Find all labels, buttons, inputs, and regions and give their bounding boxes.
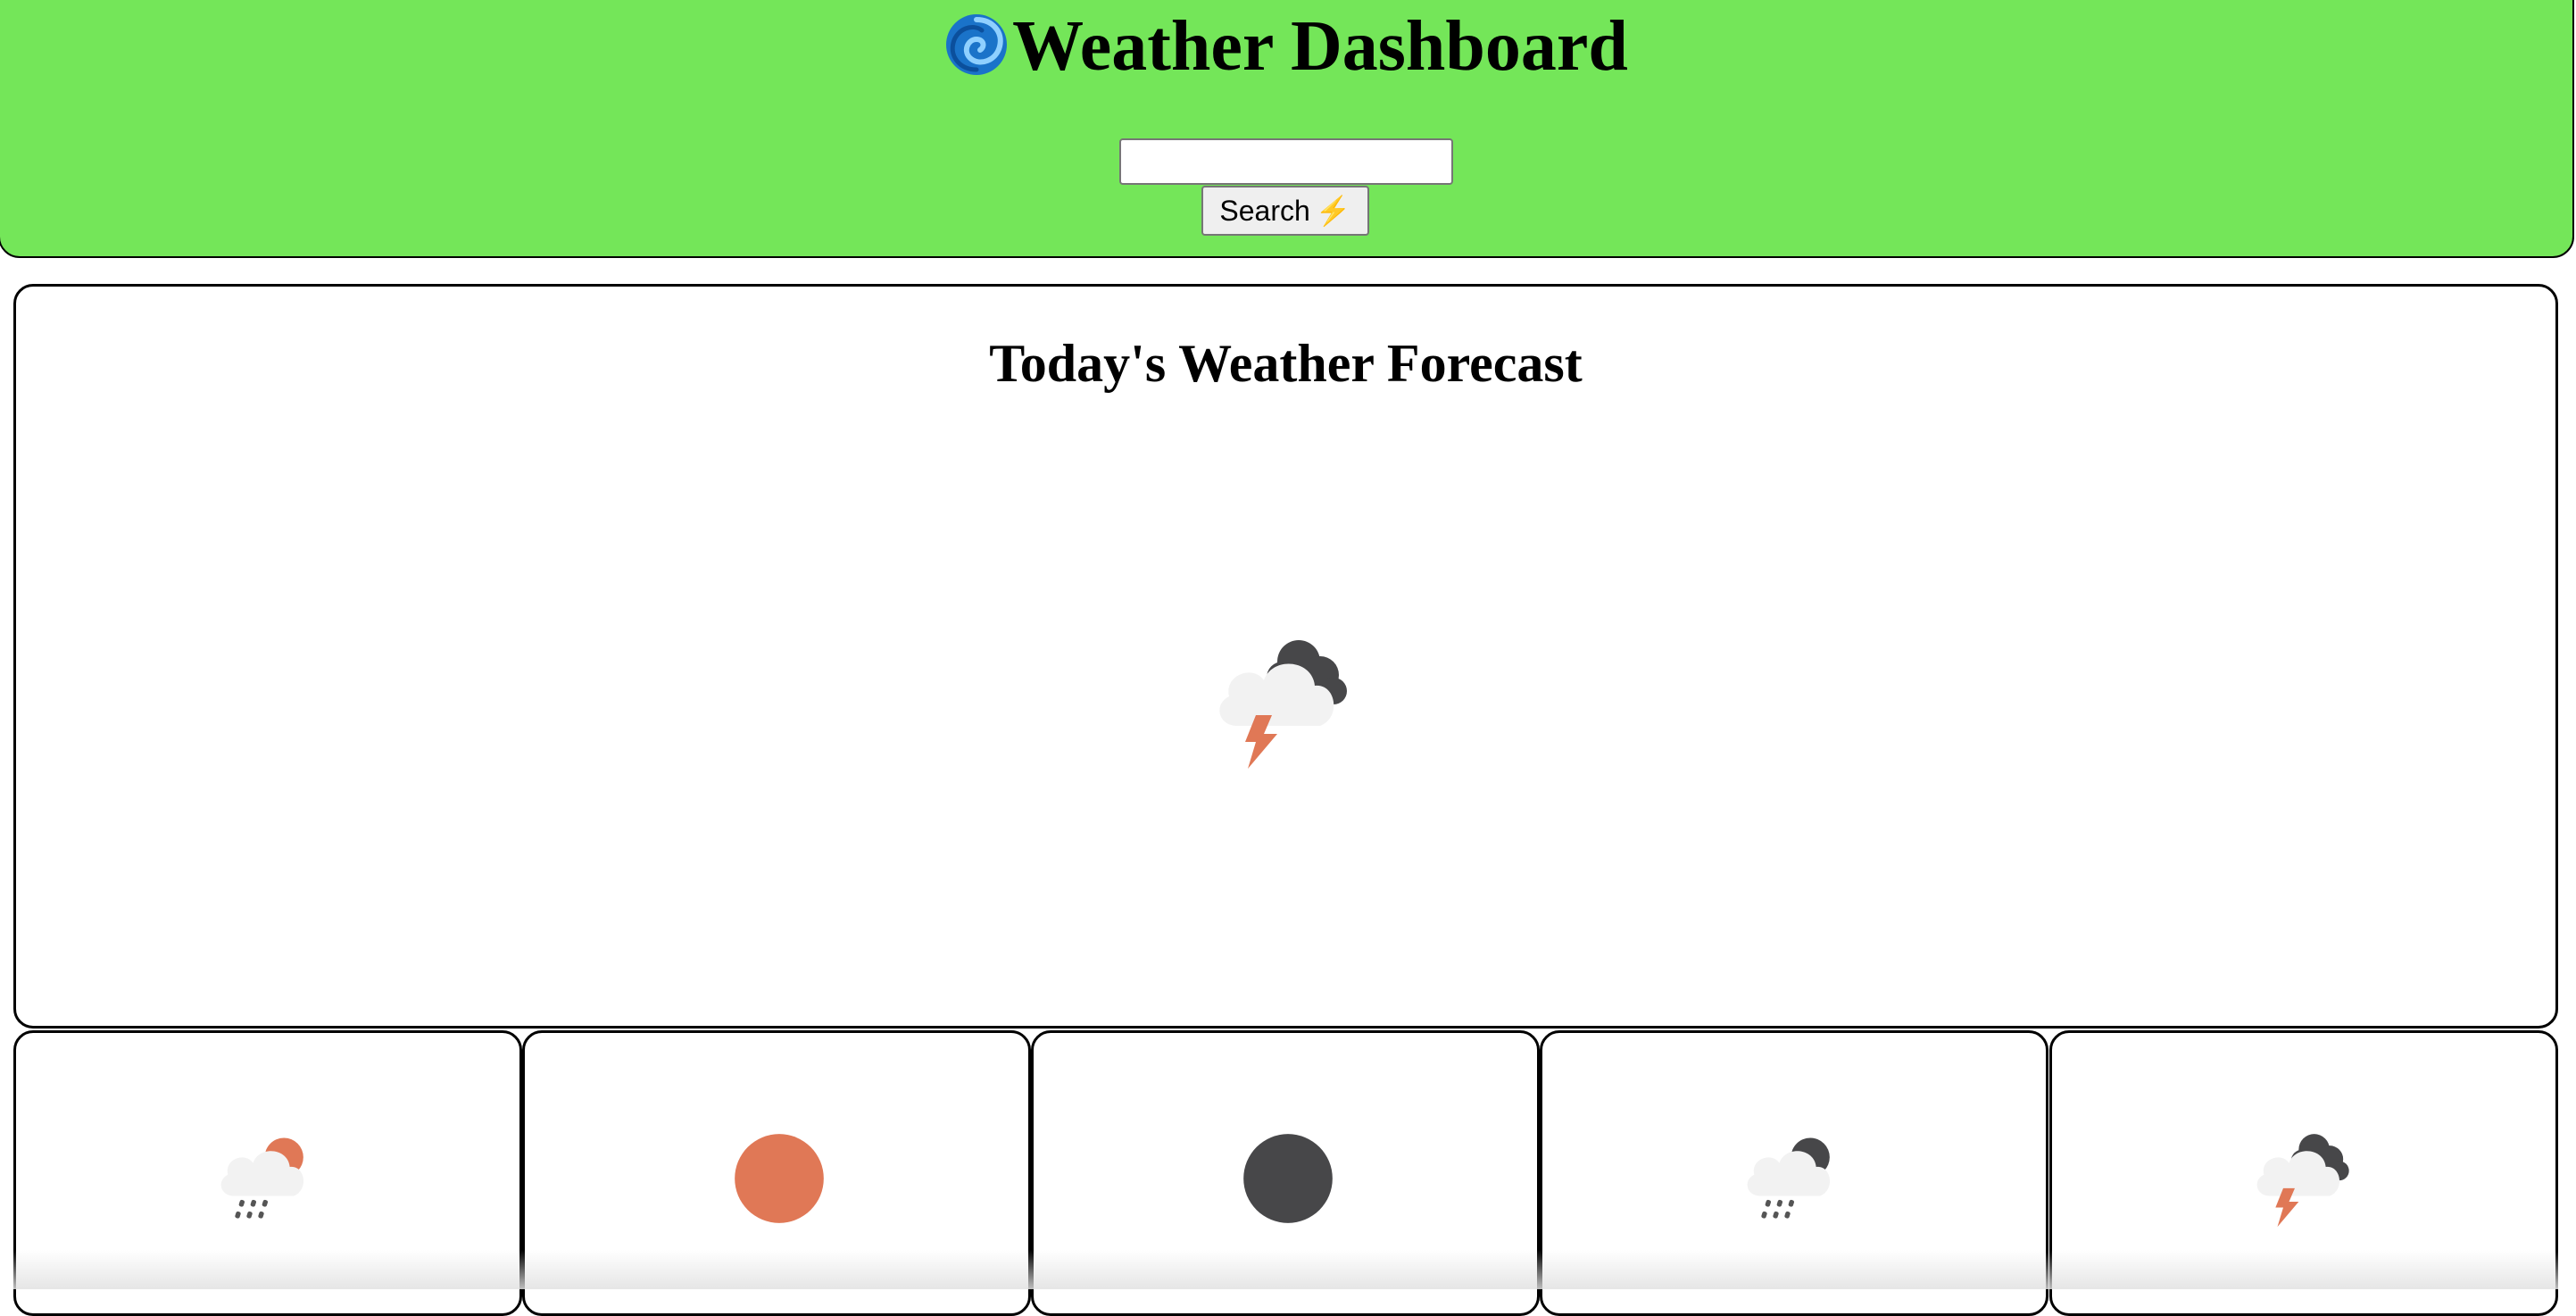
- today-forecast-card: Today's Weather Forecast: [13, 284, 2558, 1029]
- rain-day-icon: [220, 1137, 304, 1220]
- forecast-day-card: [1031, 1030, 1540, 1316]
- cyclone-icon: [946, 14, 1008, 75]
- app-title-text: Weather Dashboard: [1012, 7, 1628, 86]
- city-search-input[interactable]: [1119, 138, 1453, 185]
- forecast-day-card: [2049, 1030, 2558, 1316]
- thunderstorm-night-icon: [1219, 640, 1347, 769]
- search-button-label: Search: [1219, 195, 1310, 227]
- forecast-day-card: [1540, 1030, 2048, 1316]
- lightning-bolt-icon: ⚡: [1315, 195, 1351, 227]
- thunderstorm-night-icon: [2256, 1134, 2349, 1228]
- header: Weather Dashboard Search ⚡: [0, 0, 2574, 258]
- forecast-day-card: [13, 1030, 522, 1316]
- app-title: Weather Dashboard: [0, 4, 2572, 89]
- search-button[interactable]: Search ⚡: [1201, 186, 1369, 236]
- clear-night-moon-icon: [1243, 1134, 1333, 1223]
- forecast-day-card: [522, 1030, 1031, 1316]
- today-forecast-heading: Today's Weather Forecast: [989, 334, 1583, 393]
- rain-night-icon: [1747, 1137, 1831, 1220]
- clear-day-sun-icon: [735, 1134, 824, 1223]
